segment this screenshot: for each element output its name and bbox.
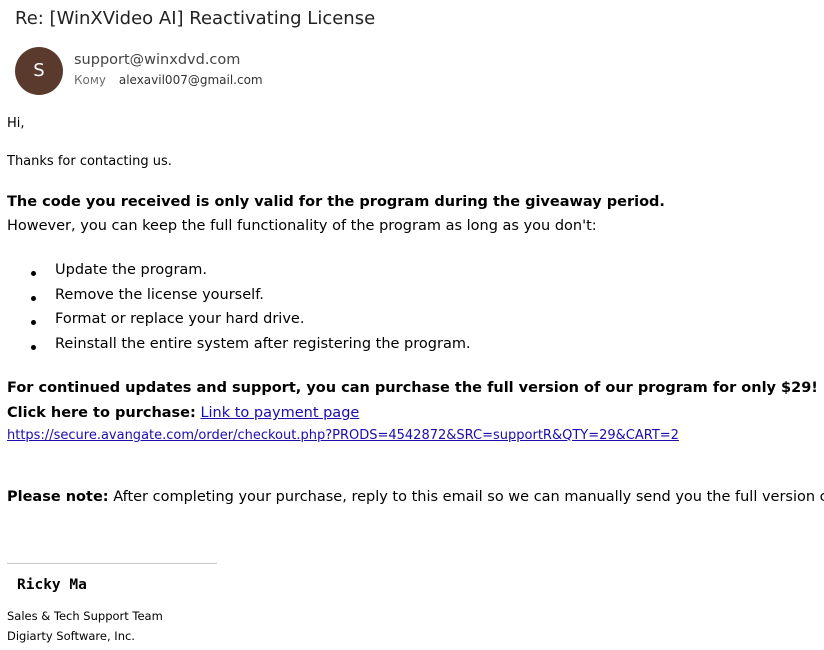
signature-name: Ricky Ma	[17, 577, 87, 593]
bullet-icon	[31, 295, 36, 301]
code-notice: The code you received is only valid for …	[7, 194, 665, 210]
payment-page-link[interactable]: Link to payment page	[200, 405, 359, 421]
thanks-line: Thanks for contacting us.	[7, 154, 172, 169]
note-text: After completing your purchase, reply to…	[113, 489, 824, 505]
sender-avatar[interactable]: S	[15, 47, 63, 95]
recipient-row: Кому alexavil007@gmail.com	[74, 73, 263, 87]
to-label: Кому	[74, 73, 107, 87]
list-item-text: Update the program.	[55, 262, 208, 278]
recipient-address[interactable]: alexavil007@gmail.com	[119, 73, 263, 87]
bullet-icon	[31, 320, 36, 326]
bullet-icon	[31, 271, 36, 276]
signature-company: Digiarty Software, Inc.	[7, 629, 135, 643]
email-subject: Re: [WinXVideo AI] Reactivating License	[15, 8, 376, 29]
list-item-text: Format or replace your hard drive.	[55, 311, 305, 328]
signature-divider	[7, 563, 217, 564]
signature-team: Sales & Tech Support Team	[7, 609, 163, 623]
greeting: Hi,	[7, 116, 25, 131]
bullet-icon	[31, 345, 36, 351]
however-line: However, you can keep the full functiona…	[7, 218, 597, 234]
purchase-row: Click here to purchase: Link to payment …	[7, 405, 359, 421]
sender-address[interactable]: support@winxdvd.com	[74, 52, 240, 68]
purchase-label: Click here to purchase:	[7, 405, 196, 421]
checkout-url-link[interactable]: https://secure.avangate.com/order/checko…	[7, 428, 679, 443]
note-label: Please note:	[7, 489, 109, 505]
email-view: Re: [WinXVideo AI] Reactivating License …	[0, 0, 824, 650]
list-item-text: Remove the license yourself.	[55, 286, 264, 303]
note-row: Please note: After completing your purch…	[7, 489, 824, 505]
offer-line: For continued updates and support, you c…	[7, 380, 818, 396]
list-item-text: Reinstall the entire system after regist…	[55, 336, 471, 353]
